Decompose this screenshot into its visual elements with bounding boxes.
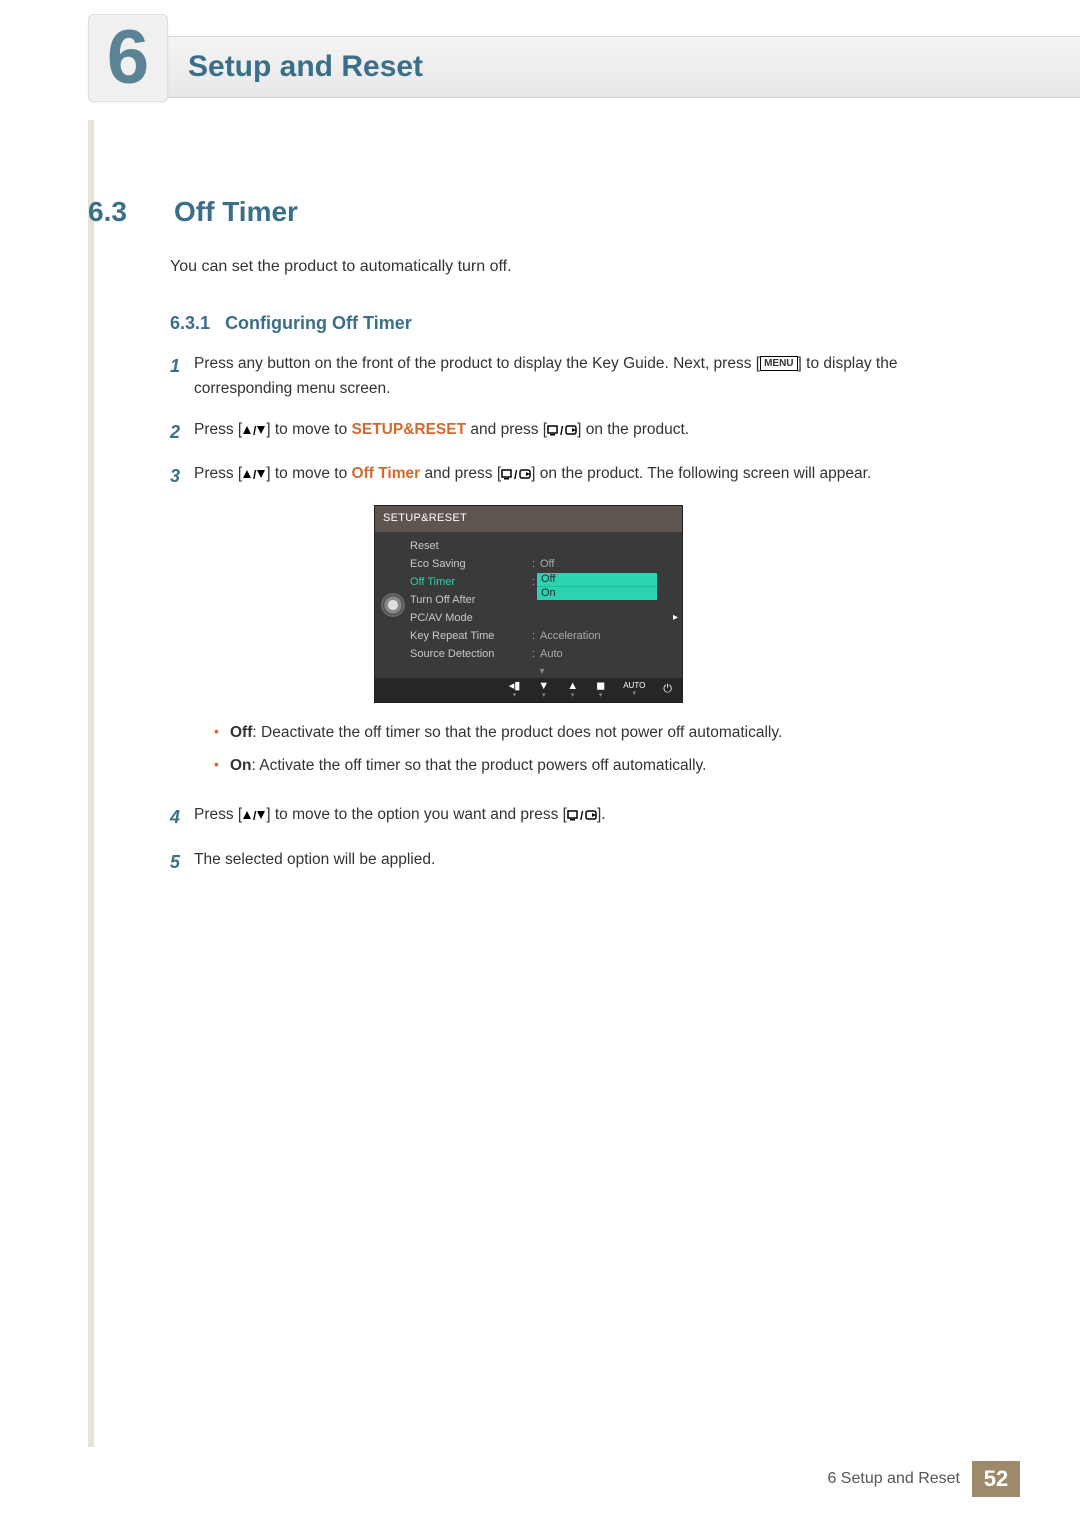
section-number: 6.3 bbox=[88, 196, 150, 228]
step-number: 4 bbox=[170, 803, 194, 832]
enter-icon: ◼▾ bbox=[596, 681, 605, 699]
svg-text:/: / bbox=[253, 809, 257, 823]
svg-text:/: / bbox=[253, 468, 257, 482]
svg-text:/: / bbox=[560, 424, 564, 438]
left-rail bbox=[88, 120, 94, 1447]
subsection-heading: 6.3.1 Configuring Off Timer bbox=[170, 313, 412, 334]
step-text: The selected option will be applied. bbox=[194, 851, 435, 868]
back-icon: ◂▮▾ bbox=[509, 681, 521, 699]
osd-dropdown: Off On bbox=[537, 573, 657, 600]
section-intro: You can set the product to automatically… bbox=[170, 255, 970, 279]
step-text: and press [ bbox=[420, 465, 501, 482]
keyword: SETUP&RESET bbox=[352, 421, 467, 438]
arrow-right-icon: ▸ bbox=[673, 610, 678, 626]
up-down-icon: / bbox=[242, 468, 266, 480]
up-down-icon: / bbox=[242, 424, 266, 436]
step-text: ] to move to bbox=[266, 421, 351, 438]
osd-row: Key Repeat Time:Acceleration bbox=[410, 628, 674, 646]
osd-footer: ◂▮▾ ▼▾ ▲▾ ◼▾ AUTO▾ ⏻ bbox=[375, 678, 682, 702]
step-3: 3 Press [ / ] to move to Off Timer and pre… bbox=[170, 462, 970, 787]
osd-title: SETUP&RESET bbox=[375, 506, 682, 532]
osd-screenshot: SETUP&RESET Reset Eco Saving:Off Off Tim… bbox=[374, 505, 683, 703]
osd-row: Source Detection:Auto bbox=[410, 646, 674, 664]
osd-row: PC/AV Mode bbox=[410, 610, 674, 628]
chapter-number: 6 bbox=[107, 20, 149, 96]
menu-button-icon: MENU bbox=[760, 356, 797, 371]
steps-list: 1 Press any button on the front of the p… bbox=[170, 352, 970, 893]
osd-sidebar bbox=[375, 532, 410, 678]
step-1: 1 Press any button on the front of the p… bbox=[170, 352, 970, 402]
osd-row: Eco Saving:Off bbox=[410, 556, 674, 574]
page-footer: 6 Setup and Reset 52 bbox=[827, 1461, 1020, 1497]
bullet-on: On: Activate the off timer so that the p… bbox=[214, 754, 970, 777]
select-source-icon: / bbox=[567, 809, 597, 821]
step-text: and press [ bbox=[466, 421, 547, 438]
step-number: 3 bbox=[170, 462, 194, 491]
step-number: 5 bbox=[170, 848, 194, 877]
bullet-off: Off: Deactivate the off timer so that th… bbox=[214, 721, 970, 744]
svg-text:/: / bbox=[580, 809, 584, 823]
step-text: Press any button on the front of the pro… bbox=[194, 355, 760, 372]
scroll-down-icon: ▾ bbox=[410, 664, 674, 676]
option-bullets: Off: Deactivate the off timer so that th… bbox=[214, 721, 970, 778]
step-number: 2 bbox=[170, 418, 194, 447]
dropdown-option: Off bbox=[537, 573, 657, 586]
power-icon: ⏻ bbox=[663, 684, 672, 695]
chapter-badge: 6 bbox=[88, 14, 168, 102]
section-title: Off Timer bbox=[174, 196, 298, 228]
step-text: ] to move to bbox=[266, 465, 351, 482]
subsection-title: Configuring Off Timer bbox=[225, 313, 412, 333]
page-number: 52 bbox=[972, 1461, 1020, 1497]
select-source-icon: / bbox=[547, 424, 577, 436]
keyword: Off Timer bbox=[352, 465, 421, 482]
step-4: 4 Press [ / ] to move to the option you wa… bbox=[170, 803, 970, 832]
down-icon: ▼▾ bbox=[538, 681, 549, 699]
step-text: ] on the product. bbox=[577, 421, 689, 438]
svg-text:/: / bbox=[514, 468, 518, 482]
step-text: Press [ bbox=[194, 465, 242, 482]
chapter-header: Setup and Reset bbox=[88, 36, 1080, 98]
footer-chapter-label: 6 Setup and Reset bbox=[827, 1470, 960, 1488]
chapter-title: Setup and Reset bbox=[188, 50, 423, 84]
step-2: 2 Press [ / ] to move to SETUP&RESET and p… bbox=[170, 418, 970, 447]
subsection-number: 6.3.1 bbox=[170, 313, 210, 333]
step-text: Press [ bbox=[194, 806, 242, 823]
section-heading: 6.3 Off Timer bbox=[88, 196, 1020, 228]
dropdown-option: On bbox=[537, 586, 657, 600]
step-5: 5 The selected option will be applied. bbox=[170, 848, 970, 877]
gear-icon bbox=[383, 595, 403, 615]
step-text: ] on the product. The following screen w… bbox=[531, 465, 871, 482]
osd-row: Reset bbox=[410, 538, 674, 556]
step-number: 1 bbox=[170, 352, 194, 381]
up-icon: ▲▾ bbox=[567, 681, 578, 699]
step-text: Press [ bbox=[194, 421, 242, 438]
up-down-icon: / bbox=[242, 809, 266, 821]
step-text: ] to move to the option you want and pre… bbox=[266, 806, 567, 823]
select-source-icon: / bbox=[501, 468, 531, 480]
auto-label: AUTO▾ bbox=[623, 682, 645, 697]
step-text: ]. bbox=[597, 806, 606, 823]
svg-text:/: / bbox=[253, 424, 257, 438]
